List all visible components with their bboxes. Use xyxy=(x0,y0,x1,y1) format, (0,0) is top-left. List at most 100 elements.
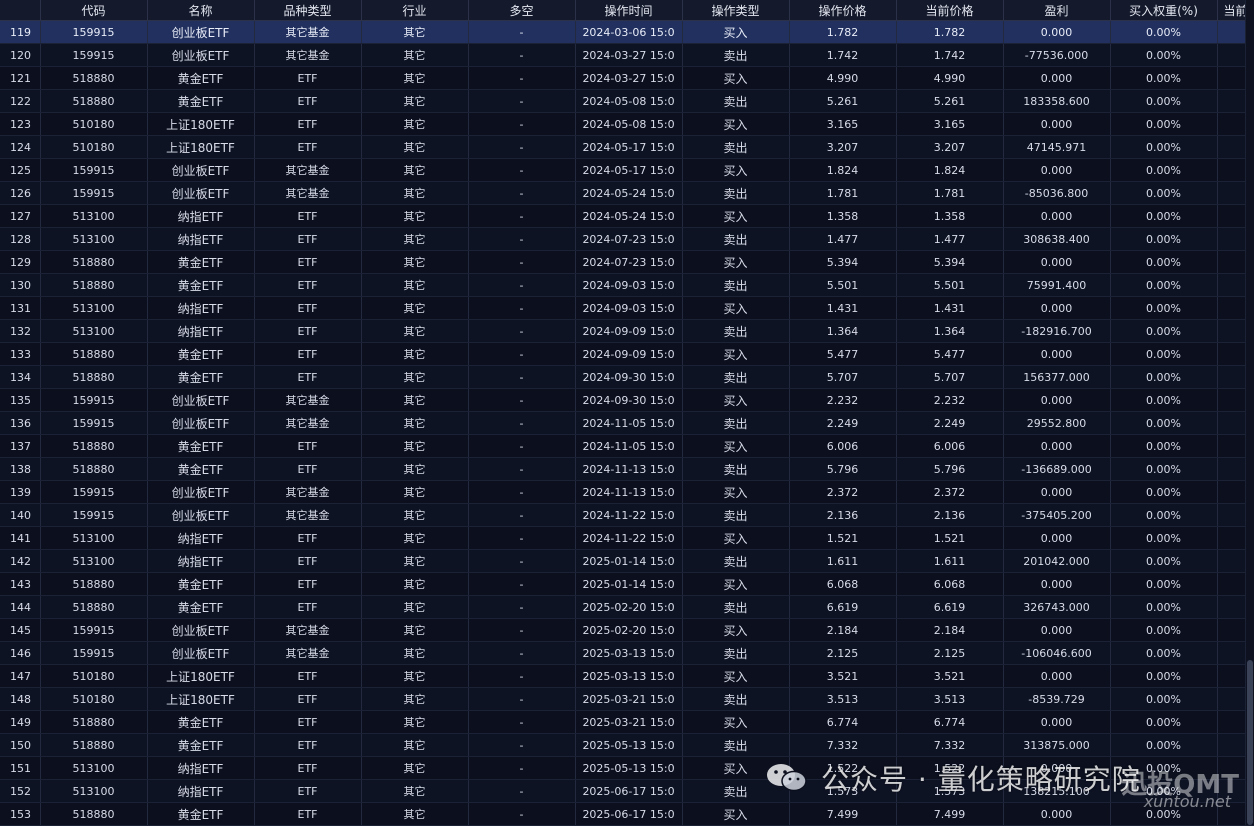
cell-type: 其它基金 xyxy=(254,503,362,527)
table-row[interactable]: 122 518880 黄金ETF ETF 其它 -2024-05-08 15:0 卖出 5.2… xyxy=(0,89,1254,113)
table-row[interactable]: 141 513100 纳指ETF ETF 其它 -2024-11-22 15:0 买入 1.5… xyxy=(0,526,1254,550)
cell-buy-weight: 0.00% xyxy=(1110,250,1218,274)
scrollbar-thumb[interactable] xyxy=(1247,660,1253,825)
column-header-buy-weight[interactable]: 买入权重(%) xyxy=(1110,0,1218,21)
cell-index: 153 xyxy=(0,802,41,826)
cell-index: 129 xyxy=(0,250,41,274)
table-row[interactable]: 127 513100 纳指ETF ETF 其它 -2024-05-24 15:0 买入 1.3… xyxy=(0,204,1254,228)
column-header-action-price[interactable]: 操作价格 xyxy=(789,0,897,21)
table-row[interactable]: 125 159915 创业板ETF 其它基金 其它 -2024-05-17 15:0 买入 1… xyxy=(0,158,1254,182)
cell-profit: 0.000 xyxy=(1003,388,1111,412)
cell-action: 买入 xyxy=(682,710,790,734)
cell-action: 卖出 xyxy=(682,549,790,573)
table-row[interactable]: 151 513100 纳指ETF ETF 其它 -2025-05-13 15:0 买入 1.5… xyxy=(0,756,1254,780)
cell-action: 买入 xyxy=(682,388,790,412)
cell-buy-weight: 0.00% xyxy=(1110,549,1218,573)
cell-time: 2025-01-14 15:0 xyxy=(575,572,683,596)
cell-time: 2024-03-06 15:0 xyxy=(575,20,683,44)
column-header-direction[interactable]: 多空 xyxy=(468,0,576,21)
cell-name: 黄金ETF xyxy=(147,733,255,757)
table-row[interactable]: 144 518880 黄金ETF ETF 其它 -2025-02-20 15:0 卖出 6.6… xyxy=(0,595,1254,619)
table-row[interactable]: 143 518880 黄金ETF ETF 其它 -2025-01-14 15:0 买入 6.0… xyxy=(0,572,1254,596)
table-row[interactable]: 135 159915 创业板ETF 其它基金 其它 -2024-09-30 15:0 买入 2… xyxy=(0,388,1254,412)
cell-current-price: 1.573 xyxy=(896,779,1004,803)
cell-direction: - xyxy=(468,204,576,228)
cell-buy-weight: 0.00% xyxy=(1110,365,1218,389)
cell-action-price: 2.372 xyxy=(789,480,897,504)
cell-name: 纳指ETF xyxy=(147,549,255,573)
table-row[interactable]: 150 518880 黄金ETF ETF 其它 -2025-05-13 15:0 卖出 7.3… xyxy=(0,733,1254,757)
cell-direction: - xyxy=(468,158,576,182)
cell-direction: - xyxy=(468,687,576,711)
cell-direction: - xyxy=(468,618,576,642)
table-row[interactable]: 126 159915 创业板ETF 其它基金 其它 -2024-05-24 15:0 卖出 1… xyxy=(0,181,1254,205)
table-row[interactable]: 131 513100 纳指ETF ETF 其它 -2024-09-03 15:0 买入 1.4… xyxy=(0,296,1254,320)
table-row[interactable]: 146 159915 创业板ETF 其它基金 其它 -2025-03-13 15:0 卖出 2… xyxy=(0,641,1254,665)
cell-profit: 29552.800 xyxy=(1003,411,1111,435)
cell-index: 152 xyxy=(0,779,41,803)
table-row[interactable]: 149 518880 黄金ETF ETF 其它 -2025-03-21 15:0 买入 6.7… xyxy=(0,710,1254,734)
cell-name: 黄金ETF xyxy=(147,342,255,366)
table-row[interactable]: 133 518880 黄金ETF ETF 其它 -2024-09-09 15:0 买入 5.4… xyxy=(0,342,1254,366)
column-header-action[interactable]: 操作类型 xyxy=(682,0,790,21)
table-row[interactable]: 123 510180 上证180ETF ETF 其它 -2024-05-08 15:0 买入… xyxy=(0,112,1254,136)
cell-industry: 其它 xyxy=(361,89,469,113)
table-row[interactable]: 119 159915 创业板ETF 其它基金 其它 -2024-03-06 15:0 买入 1… xyxy=(0,20,1254,44)
cell-industry: 其它 xyxy=(361,365,469,389)
cell-code: 510180 xyxy=(40,687,148,711)
table-row[interactable]: 153 518880 黄金ETF ETF 其它 -2025-06-17 15:0 买入 7.4… xyxy=(0,802,1254,826)
cell-code: 513100 xyxy=(40,779,148,803)
cell-code: 159915 xyxy=(40,158,148,182)
cell-industry: 其它 xyxy=(361,434,469,458)
cell-name: 纳指ETF xyxy=(147,227,255,251)
table-row[interactable]: 138 518880 黄金ETF ETF 其它 -2024-11-13 15:0 卖出 5.7… xyxy=(0,457,1254,481)
column-header-code[interactable]: 代码 xyxy=(40,0,148,21)
cell-time: 2025-03-21 15:0 xyxy=(575,710,683,734)
cell-name: 创业板ETF xyxy=(147,503,255,527)
column-header-current-price[interactable]: 当前价格 xyxy=(896,0,1004,21)
table-row[interactable]: 134 518880 黄金ETF ETF 其它 -2024-09-30 15:0 卖出 5.7… xyxy=(0,365,1254,389)
cell-action: 买入 xyxy=(682,434,790,458)
table-row[interactable]: 136 159915 创业板ETF 其它基金 其它 -2024-11-05 15:0 卖出 2… xyxy=(0,411,1254,435)
cell-name: 上证180ETF xyxy=(147,135,255,159)
table-row[interactable]: 121 518880 黄金ETF ETF 其它 -2024-03-27 15:0 买入 4.9… xyxy=(0,66,1254,90)
table-row[interactable]: 130 518880 黄金ETF ETF 其它 -2024-09-03 15:0 卖出 5.5… xyxy=(0,273,1254,297)
cell-direction: - xyxy=(468,733,576,757)
cell-action: 买入 xyxy=(682,66,790,90)
table-row[interactable]: 129 518880 黄金ETF ETF 其它 -2024-07-23 15:0 买入 5.3… xyxy=(0,250,1254,274)
cell-code: 518880 xyxy=(40,434,148,458)
vertical-scrollbar[interactable] xyxy=(1245,0,1254,825)
table-row[interactable]: 140 159915 创业板ETF 其它基金 其它 -2024-11-22 15:0 卖出 2… xyxy=(0,503,1254,527)
table-row[interactable]: 132 513100 纳指ETF ETF 其它 -2024-09-09 15:0 卖出 1.3… xyxy=(0,319,1254,343)
cell-direction: - xyxy=(468,572,576,596)
cell-buy-weight: 0.00% xyxy=(1110,503,1218,527)
cell-type: ETF xyxy=(254,342,362,366)
cell-type: 其它基金 xyxy=(254,43,362,67)
column-header-name[interactable]: 名称 xyxy=(147,0,255,21)
table-row[interactable]: 152 513100 纳指ETF ETF 其它 -2025-06-17 15:0 卖出 1.5… xyxy=(0,779,1254,803)
table-row[interactable]: 142 513100 纳指ETF ETF 其它 -2025-01-14 15:0 卖出 1.6… xyxy=(0,549,1254,573)
table-row[interactable]: 124 510180 上证180ETF ETF 其它 -2024-05-17 15:0 卖出… xyxy=(0,135,1254,159)
column-header-index[interactable] xyxy=(0,0,41,21)
table-row[interactable]: 139 159915 创业板ETF 其它基金 其它 -2024-11-13 15:0 买入 2… xyxy=(0,480,1254,504)
table-row[interactable]: 145 159915 创业板ETF 其它基金 其它 -2025-02-20 15:0 买入 2… xyxy=(0,618,1254,642)
cell-index: 132 xyxy=(0,319,41,343)
table-row[interactable]: 128 513100 纳指ETF ETF 其它 -2024-07-23 15:0 卖出 1.4… xyxy=(0,227,1254,251)
cell-current-price: 7.332 xyxy=(896,733,1004,757)
cell-index: 124 xyxy=(0,135,41,159)
cell-index: 148 xyxy=(0,687,41,711)
table-row[interactable]: 137 518880 黄金ETF ETF 其它 -2024-11-05 15:0 买入 6.0… xyxy=(0,434,1254,458)
cell-action-price: 1.522 xyxy=(789,756,897,780)
table-row[interactable]: 120 159915 创业板ETF 其它基金 其它 -2024-03-27 15:0 卖出 1… xyxy=(0,43,1254,67)
table-row[interactable]: 147 510180 上证180ETF ETF 其它 -2025-03-13 15:0 买入… xyxy=(0,664,1254,688)
cell-time: 2025-03-13 15:0 xyxy=(575,641,683,665)
cell-industry: 其它 xyxy=(361,618,469,642)
cell-name: 黄金ETF xyxy=(147,434,255,458)
cell-time: 2024-07-23 15:0 xyxy=(575,250,683,274)
column-header-profit[interactable]: 盈利 xyxy=(1003,0,1111,21)
column-header-time[interactable]: 操作时间 xyxy=(575,0,683,21)
column-header-type[interactable]: 品种类型 xyxy=(254,0,362,21)
cell-current-price: 2.136 xyxy=(896,503,1004,527)
column-header-industry[interactable]: 行业 xyxy=(361,0,469,21)
table-row[interactable]: 148 510180 上证180ETF ETF 其它 -2025-03-21 15:0 卖出… xyxy=(0,687,1254,711)
